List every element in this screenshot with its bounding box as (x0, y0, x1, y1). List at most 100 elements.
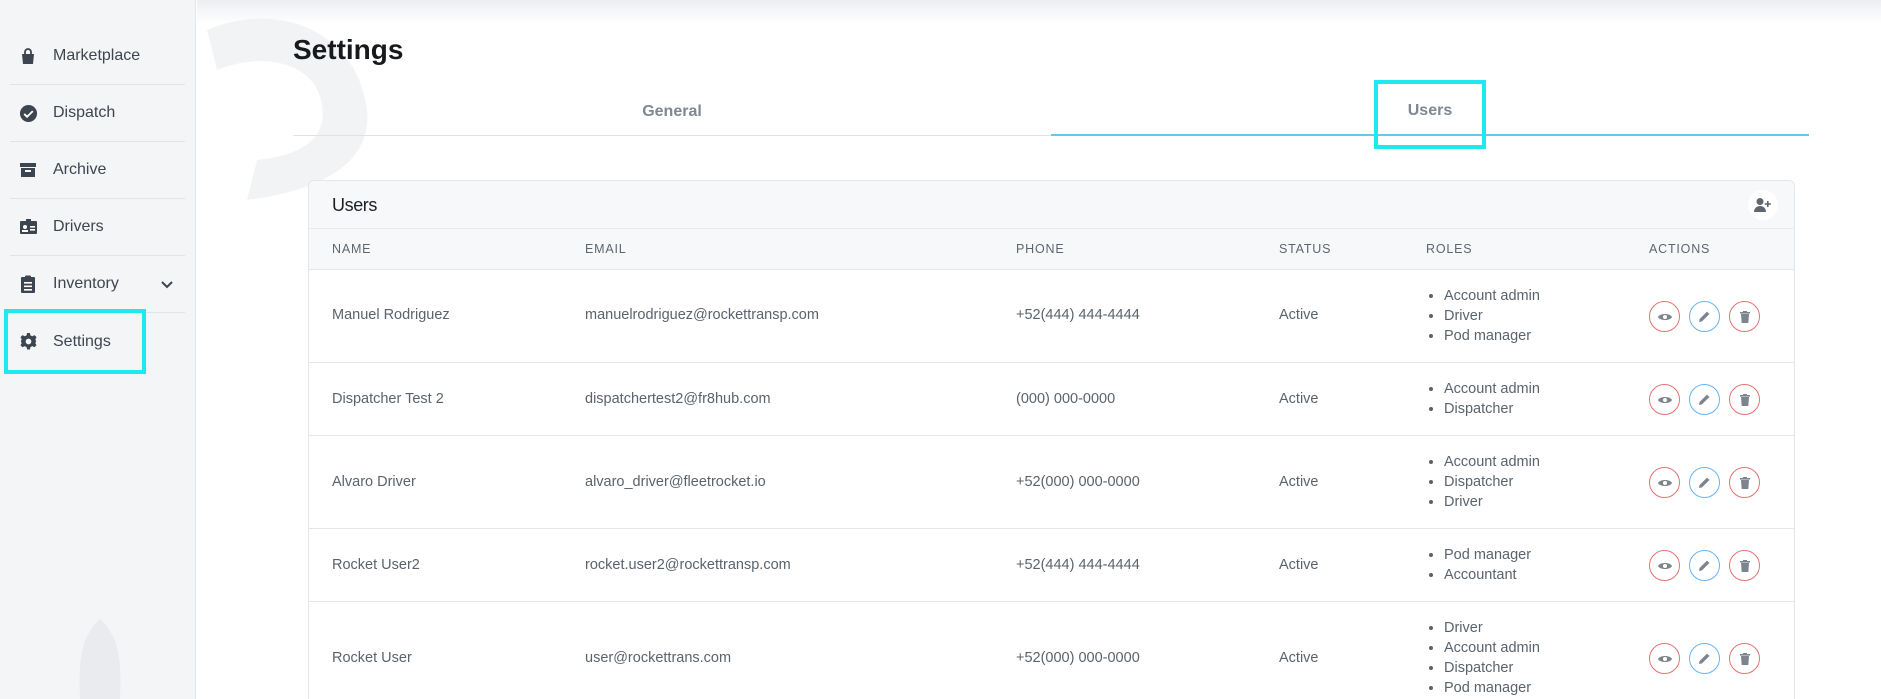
sidebar-item-inventory[interactable]: Inventory (10, 256, 185, 313)
role-item: Driver (1444, 306, 1540, 326)
column-header-status: STATUS (1279, 242, 1332, 256)
row-actions (1649, 467, 1760, 498)
bag-icon (18, 46, 38, 66)
user-email: user@rockettrans.com (585, 650, 732, 666)
sidebar-item-label: Drivers (53, 218, 104, 235)
role-item: Account admin (1444, 452, 1540, 472)
table-row: Rocket User user@rockettrans.com +52(000… (309, 602, 1794, 699)
sidebar-item-drivers[interactable]: Drivers (10, 199, 185, 256)
user-name: Alvaro Driver (332, 474, 416, 490)
edit-button[interactable] (1689, 301, 1720, 332)
column-header-phone: PHONE (1016, 242, 1065, 256)
row-actions (1649, 550, 1760, 581)
edit-button[interactable] (1689, 643, 1720, 674)
role-item: Account admin (1444, 638, 1540, 658)
sidebar-item-archive[interactable]: Archive (10, 142, 185, 199)
id-card-icon (18, 217, 38, 237)
users-card-header: Users (309, 181, 1794, 229)
user-phone: +52(444) 444-4444 (1016, 557, 1140, 573)
column-header-email: EMAIL (585, 242, 627, 256)
user-email: rocket.user2@rockettransp.com (585, 557, 791, 573)
eye-icon (1657, 396, 1672, 403)
table-header: NAME EMAIL PHONE STATUS ROLES ACTIONS (309, 229, 1794, 270)
sidebar-item-marketplace[interactable]: Marketplace (10, 28, 185, 85)
tab-general[interactable]: General (293, 88, 1051, 136)
role-item: Driver (1444, 618, 1540, 638)
role-item: Dispatcher (1444, 472, 1540, 492)
tab-bar: General Users (293, 88, 1809, 136)
pencil-icon (1699, 311, 1710, 322)
sidebar-item-label: Dispatch (53, 104, 116, 121)
table-row: Alvaro Driver alvaro_driver@fleetrocket.… (309, 436, 1794, 529)
gear-icon (18, 332, 38, 352)
user-phone: (000) 000-0000 (1016, 391, 1116, 407)
trash-icon (1739, 476, 1750, 489)
user-status: Active (1279, 474, 1319, 490)
clipboard-icon (18, 274, 38, 294)
pencil-icon (1699, 477, 1710, 488)
user-email: alvaro_driver@fleetrocket.io (585, 474, 766, 490)
users-card: Users NAME EMAIL PHONE STATUS ROLES ACTI… (308, 180, 1795, 699)
user-name: Rocket User (332, 650, 412, 666)
sidebar-item-label: Archive (53, 161, 107, 178)
sidebar-item-label: Marketplace (53, 47, 141, 64)
delete-button[interactable] (1729, 643, 1760, 674)
delete-button[interactable] (1729, 550, 1760, 581)
view-button[interactable] (1649, 643, 1680, 674)
sidebar: Marketplace Dispatch Archive Drivers Inv… (0, 0, 196, 699)
row-actions (1649, 301, 1760, 332)
user-roles: Account admin Driver Pod manager (1426, 286, 1540, 346)
delete-button[interactable] (1729, 301, 1760, 332)
view-button[interactable] (1649, 467, 1680, 498)
eye-icon (1657, 313, 1672, 320)
role-item: Pod manager (1444, 326, 1540, 346)
role-item: Driver (1444, 492, 1540, 512)
role-item: Accountant (1444, 565, 1531, 585)
pencil-icon (1699, 394, 1710, 405)
sidebar-item-label: Settings (53, 332, 111, 350)
role-item: Dispatcher (1444, 399, 1540, 419)
trash-icon (1739, 652, 1750, 665)
add-user-icon (1754, 198, 1771, 212)
role-item: Account admin (1444, 379, 1540, 399)
eye-icon (1657, 479, 1672, 486)
user-status: Active (1279, 391, 1319, 407)
delete-button[interactable] (1729, 467, 1760, 498)
role-item: Dispatcher (1444, 658, 1540, 678)
edit-button[interactable] (1689, 550, 1720, 581)
delete-button[interactable] (1729, 384, 1760, 415)
main-content: Settings General Users Users NAME EMAIL … (197, 0, 1881, 699)
view-button[interactable] (1649, 301, 1680, 332)
sidebar-item-dispatch[interactable]: Dispatch (10, 85, 185, 142)
view-button[interactable] (1649, 550, 1680, 581)
user-name: Manuel Rodriguez (332, 307, 450, 323)
view-button[interactable] (1649, 384, 1680, 415)
trash-icon (1739, 393, 1750, 406)
row-actions (1649, 643, 1760, 674)
top-shadow (197, 0, 1881, 24)
column-header-actions: ACTIONS (1649, 242, 1711, 256)
pencil-icon (1699, 560, 1710, 571)
edit-button[interactable] (1689, 467, 1720, 498)
trash-icon (1739, 559, 1750, 572)
pencil-icon (1699, 653, 1710, 664)
user-name: Dispatcher Test 2 (332, 391, 444, 407)
eye-icon (1657, 655, 1672, 662)
edit-button[interactable] (1689, 384, 1720, 415)
role-item: Pod manager (1444, 678, 1540, 698)
sidebar-item-settings[interactable]: Settings (4, 309, 146, 374)
table-row: Rocket User2 rocket.user2@rockettransp.c… (309, 529, 1794, 602)
add-user-button[interactable] (1748, 190, 1778, 220)
user-roles: Account admin Dispatcher Driver (1426, 452, 1540, 512)
user-roles: Driver Account admin Dispatcher Pod mana… (1426, 618, 1540, 698)
users-card-title: Users (332, 195, 378, 215)
tab-users-highlight (1374, 80, 1486, 149)
eye-icon (1657, 562, 1672, 569)
chevron-down-icon[interactable] (159, 276, 175, 292)
user-status: Active (1279, 557, 1319, 573)
user-phone: +52(000) 000-0000 (1016, 474, 1140, 490)
user-status: Active (1279, 650, 1319, 666)
sidebar-item-label: Inventory (53, 275, 119, 292)
user-email: manuelrodriguez@rockettransp.com (585, 307, 819, 323)
column-header-roles: ROLES (1426, 242, 1473, 256)
